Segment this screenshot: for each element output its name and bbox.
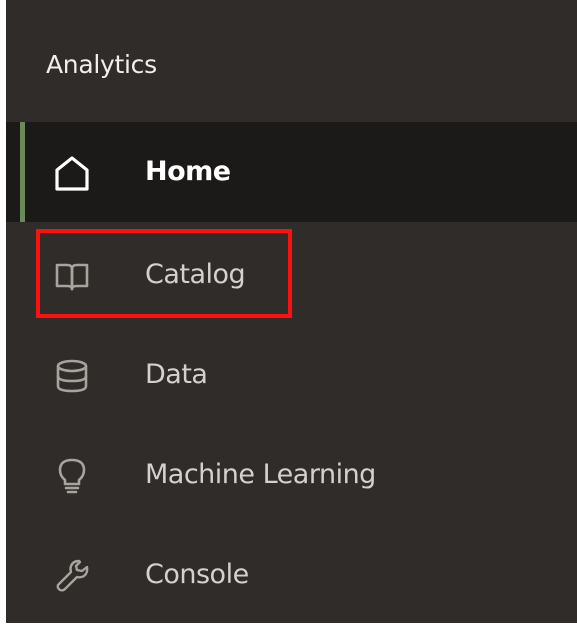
nav-item-label: Console	[145, 559, 249, 590]
wrench-icon	[56, 559, 89, 592]
home-icon	[55, 156, 89, 191]
nav-item-machine-learning[interactable]: Machine Learning	[6, 425, 577, 525]
app-title: Analytics	[46, 50, 157, 79]
nav-item-label: Data	[145, 359, 208, 390]
nav-item-label: Machine Learning	[145, 459, 376, 490]
lightbulb-icon	[58, 458, 86, 494]
database-icon	[56, 359, 88, 393]
nav-item-label: Home	[145, 156, 231, 187]
nav-item-console[interactable]: Console	[6, 525, 577, 625]
navigation-panel: Analytics Home Catalog Data Machine Lear…	[6, 0, 577, 623]
active-indicator	[20, 122, 25, 222]
nav-item-home[interactable]: Home	[6, 122, 577, 222]
catalog-highlight-box	[36, 229, 292, 318]
nav-item-data[interactable]: Data	[6, 325, 577, 425]
